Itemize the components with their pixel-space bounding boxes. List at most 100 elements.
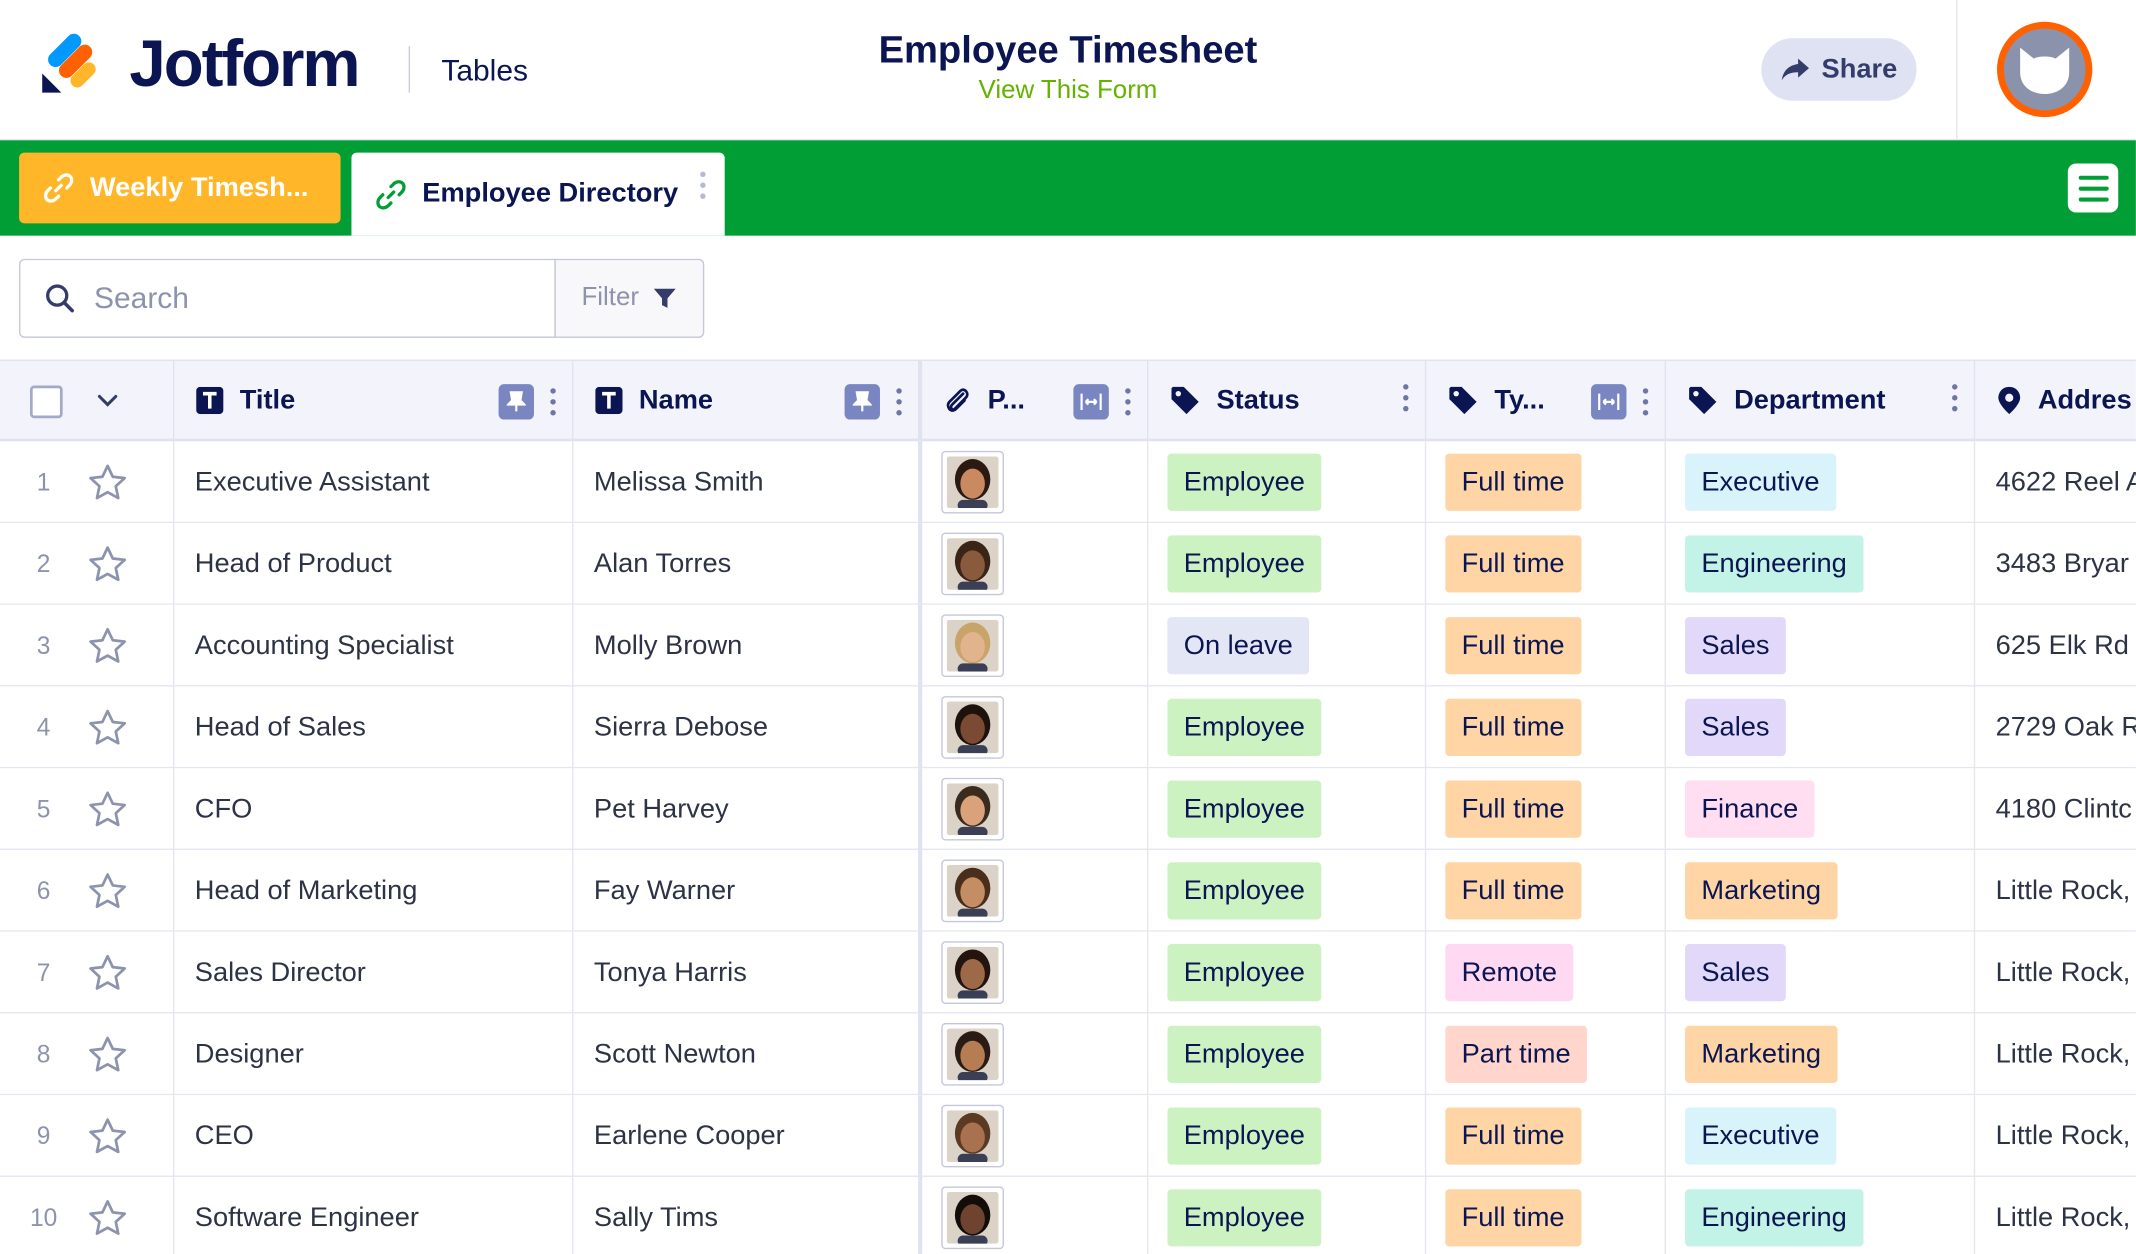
name-cell[interactable]: Tonya Harris [573, 931, 923, 1014]
type-cell[interactable]: Remote [1426, 931, 1666, 1014]
column-header-type[interactable]: Ty... [1426, 360, 1666, 440]
photo-cell[interactable] [922, 1095, 1149, 1177]
table-row[interactable]: 10 Software Engineer Sally Tims Employee Ful… [0, 1176, 2136, 1254]
table-row[interactable]: 7 Sales Director Tonya Harris Employee Remot… [0, 931, 2136, 1014]
type-cell[interactable]: Full time [1426, 768, 1666, 851]
name-cell[interactable]: Alan Torres [573, 523, 923, 605]
status-cell[interactable]: Employee [1148, 686, 1427, 769]
star-icon[interactable] [87, 872, 128, 910]
status-cell[interactable]: Employee [1148, 931, 1427, 1014]
expand-width-icon[interactable] [1073, 384, 1109, 420]
department-cell[interactable]: Engineering [1666, 1176, 1976, 1254]
star-icon[interactable] [87, 463, 128, 501]
address-cell[interactable]: 4622 Reel A [1975, 441, 2136, 523]
photo-cell[interactable] [922, 604, 1149, 687]
type-cell[interactable]: Full time [1426, 604, 1666, 687]
name-cell[interactable]: Sally Tims [573, 1176, 923, 1254]
status-cell[interactable]: Employee [1148, 1176, 1427, 1254]
view-form-link[interactable]: View This Form [796, 76, 1341, 106]
hamburger-menu-button[interactable] [2067, 163, 2119, 213]
address-cell[interactable]: Little Rock, [1975, 1013, 2136, 1095]
expand-width-icon[interactable] [1591, 384, 1627, 420]
address-cell[interactable]: Little Rock, [1975, 1095, 2136, 1177]
brand-name[interactable]: Jotform [129, 27, 360, 102]
photo-cell[interactable] [922, 850, 1149, 932]
status-cell[interactable]: Employee [1148, 768, 1427, 851]
user-avatar[interactable] [1996, 21, 2093, 118]
star-icon[interactable] [87, 790, 128, 828]
pin-icon[interactable] [844, 384, 880, 420]
name-cell[interactable]: Pet Harvey [573, 768, 923, 851]
search-input[interactable]: Search [19, 258, 556, 338]
address-cell[interactable]: Little Rock, [1975, 850, 2136, 932]
title-cell[interactable]: Executive Assistant [174, 441, 574, 524]
department-cell[interactable]: Marketing [1666, 850, 1976, 932]
type-cell[interactable]: Full time [1426, 523, 1666, 605]
address-cell[interactable]: 3483 Bryar [1975, 523, 2136, 605]
title-cell[interactable]: Accounting Specialist [174, 604, 574, 687]
address-cell[interactable]: 4180 Clintc [1975, 768, 2136, 850]
name-cell[interactable]: Earlene Cooper [573, 1095, 923, 1177]
title-cell[interactable]: Head of Sales [174, 686, 574, 769]
star-icon[interactable] [87, 708, 128, 746]
filter-button[interactable]: Filter [554, 258, 705, 338]
type-cell[interactable]: Full time [1426, 1095, 1666, 1177]
type-cell[interactable]: Part time [1426, 1013, 1666, 1096]
department-cell[interactable]: Finance [1666, 768, 1976, 851]
title-cell[interactable]: Designer [174, 1013, 574, 1096]
tab-options-icon[interactable] [700, 171, 706, 199]
share-button[interactable]: Share [1761, 38, 1917, 101]
photo-cell[interactable] [922, 1013, 1149, 1096]
column-options-icon[interactable] [1642, 388, 1649, 416]
star-icon[interactable] [87, 627, 128, 665]
title-cell[interactable]: CEO [174, 1095, 574, 1177]
star-icon[interactable] [87, 545, 128, 583]
table-row[interactable]: 9 CEO Earlene Cooper Employee Full time Execu… [0, 1095, 2136, 1177]
photo-cell[interactable] [922, 441, 1149, 524]
star-icon[interactable] [87, 1117, 128, 1155]
title-cell[interactable]: Sales Director [174, 931, 574, 1014]
name-cell[interactable]: Melissa Smith [573, 441, 923, 524]
employee-photo[interactable] [941, 1104, 1004, 1168]
column-header-photo[interactable]: P... [922, 360, 1149, 440]
table-row[interactable]: 2 Head of Product Alan Torres Employee Full … [0, 523, 2136, 605]
employee-photo[interactable] [941, 696, 1004, 759]
title-cell[interactable]: CFO [174, 768, 574, 851]
name-cell[interactable]: Scott Newton [573, 1013, 923, 1096]
department-cell[interactable]: Sales [1666, 931, 1976, 1014]
table-row[interactable]: 3 Accounting Specialist Molly Brown On leav… [0, 604, 2136, 687]
table-row[interactable]: 8 Designer Scott Newton Employee Part time Ma… [0, 1013, 2136, 1096]
photo-cell[interactable] [922, 1176, 1149, 1254]
column-options-icon[interactable] [1125, 388, 1131, 416]
column-options-icon[interactable] [550, 388, 556, 416]
employee-photo[interactable] [941, 1023, 1004, 1086]
product-name[interactable]: Tables [441, 53, 528, 88]
select-all-checkbox[interactable] [29, 385, 63, 419]
address-cell[interactable]: Little Rock, [1975, 1177, 2136, 1254]
jotform-logo-icon[interactable] [38, 33, 101, 96]
address-cell[interactable]: 625 Elk Rd [1975, 605, 2136, 687]
pin-icon[interactable] [498, 384, 534, 420]
employee-photo[interactable] [941, 941, 1004, 1004]
tab-weekly-timesheet[interactable]: Weekly Timesh... [19, 152, 341, 224]
employee-photo[interactable] [941, 859, 1004, 923]
column-header-status[interactable]: Status [1148, 360, 1427, 440]
department-cell[interactable]: Engineering [1666, 523, 1976, 605]
column-options-icon[interactable] [896, 388, 902, 416]
status-cell[interactable]: On leave [1148, 604, 1427, 687]
type-cell[interactable]: Full time [1426, 850, 1666, 932]
name-cell[interactable]: Molly Brown [573, 604, 923, 687]
title-cell[interactable]: Head of Product [174, 523, 574, 605]
department-cell[interactable]: Executive [1666, 1095, 1976, 1177]
column-options-icon[interactable] [1403, 384, 1409, 412]
table-row[interactable]: 4 Head of Sales Sierra Debose Employee Full … [0, 686, 2136, 769]
type-cell[interactable]: Full time [1426, 686, 1666, 769]
department-cell[interactable]: Sales [1666, 604, 1976, 687]
name-cell[interactable]: Sierra Debose [573, 686, 923, 769]
column-header-name[interactable]: Name [573, 360, 923, 440]
title-cell[interactable]: Head of Marketing [174, 850, 574, 932]
employee-photo[interactable] [941, 777, 1004, 841]
photo-cell[interactable] [922, 686, 1149, 769]
title-cell[interactable]: Software Engineer [174, 1176, 574, 1254]
employee-photo[interactable] [941, 1186, 1004, 1250]
